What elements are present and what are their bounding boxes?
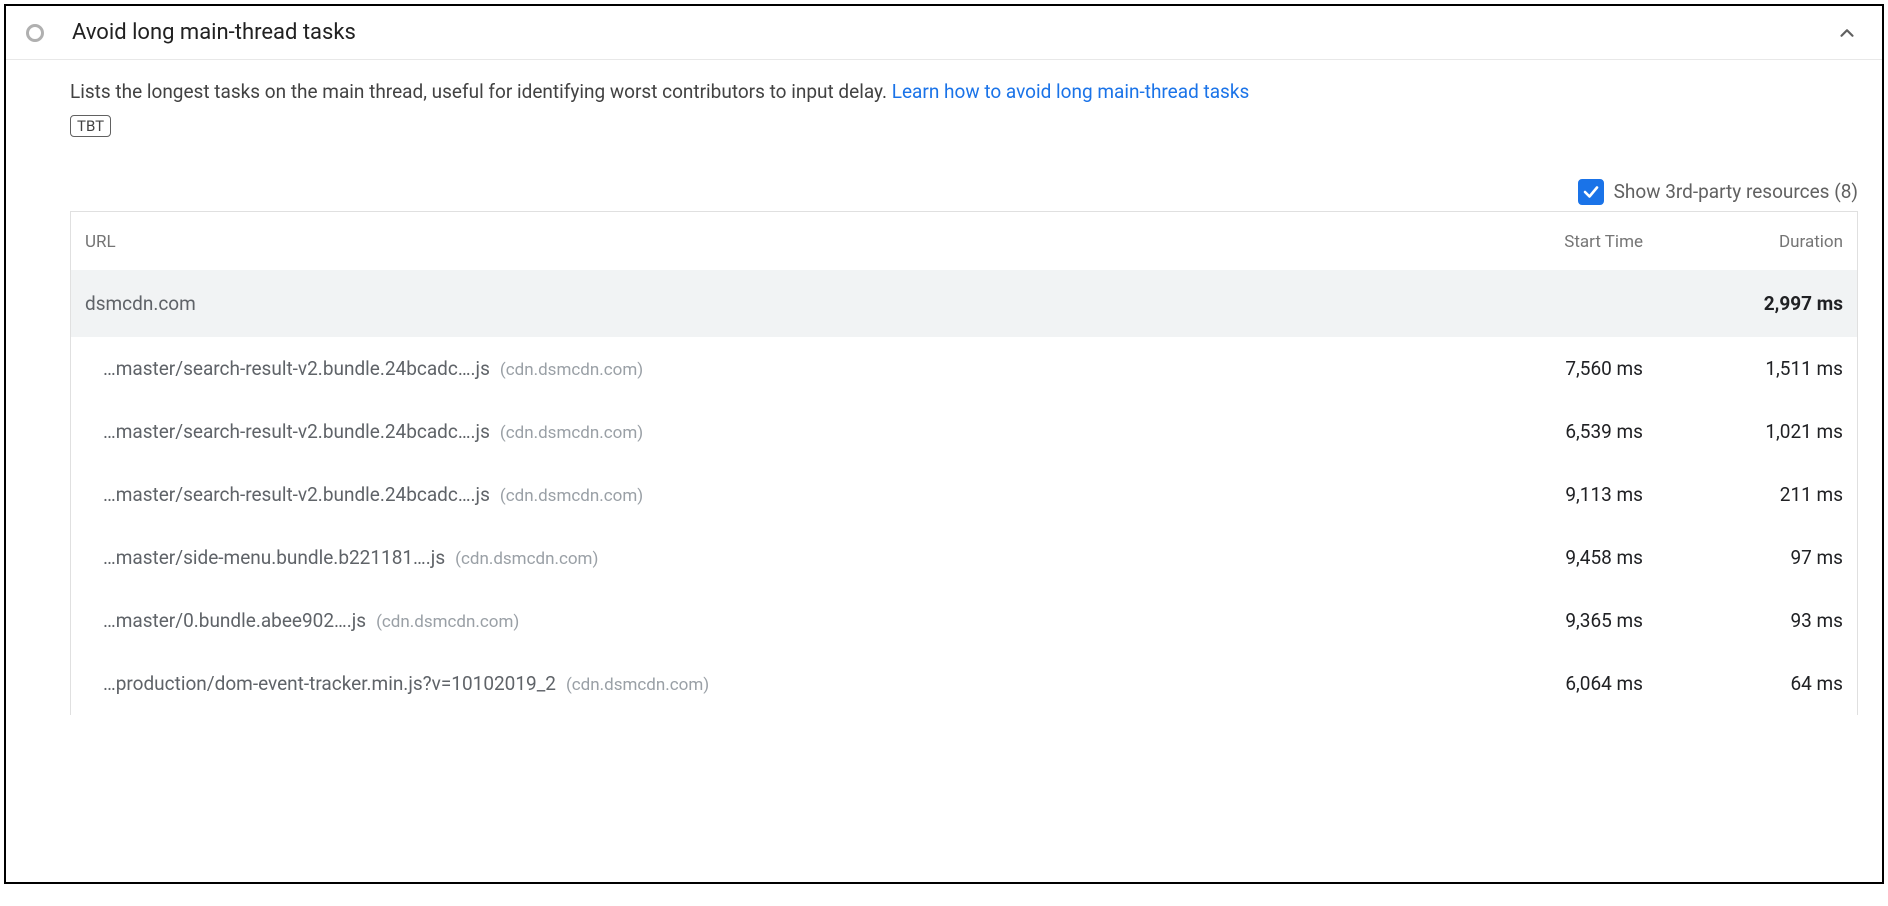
- duration: 93 ms: [1643, 609, 1843, 632]
- start-time: 6,539 ms: [1463, 420, 1643, 443]
- duration: 1,511 ms: [1643, 357, 1843, 380]
- url-cell: …master/search-result-v2.bundle.24bcadc……: [103, 483, 1463, 506]
- audit-panel: Avoid long main-thread tasks Lists the l…: [4, 4, 1884, 884]
- url-path: …master/side-menu.bundle.b221181….js: [103, 546, 445, 569]
- start-time: 9,113 ms: [1463, 483, 1643, 506]
- start-time: 6,064 ms: [1463, 672, 1643, 695]
- start-time: 9,365 ms: [1463, 609, 1643, 632]
- group-row[interactable]: dsmcdn.com 2,997 ms: [71, 270, 1857, 337]
- table-row[interactable]: …production/dom-event-tracker.min.js?v=1…: [71, 652, 1857, 715]
- audit-title: Avoid long main-thread tasks: [72, 20, 1836, 45]
- third-party-label: Show 3rd-party resources (8): [1614, 180, 1858, 203]
- table-row[interactable]: …master/search-result-v2.bundle.24bcadc……: [71, 400, 1857, 463]
- url-cell: …master/search-result-v2.bundle.24bcadc……: [103, 357, 1463, 380]
- tasks-table: URL Start Time Duration dsmcdn.com 2,997…: [70, 211, 1858, 715]
- url-cell: …master/0.bundle.abee902….js (cdn.dsmcdn.…: [103, 609, 1463, 632]
- duration: 97 ms: [1643, 546, 1843, 569]
- tbt-badge: TBT: [70, 115, 111, 137]
- url-host: (cdn.dsmcdn.com): [500, 486, 643, 506]
- url-host: (cdn.dsmcdn.com): [500, 360, 643, 380]
- url-cell: …master/side-menu.bundle.b221181….js (cdn…: [103, 546, 1463, 569]
- group-total: 2,997 ms: [1643, 292, 1843, 315]
- url-path: …master/search-result-v2.bundle.24bcadc……: [103, 357, 490, 380]
- url-host: (cdn.dsmcdn.com): [500, 423, 643, 443]
- url-cell: …master/search-result-v2.bundle.24bcadc……: [103, 420, 1463, 443]
- start-time: 9,458 ms: [1463, 546, 1643, 569]
- url-host: (cdn.dsmcdn.com): [376, 612, 519, 632]
- audit-description: Lists the longest tasks on the main thre…: [70, 78, 1858, 107]
- table-header: URL Start Time Duration: [71, 212, 1857, 270]
- table-row[interactable]: …master/search-result-v2.bundle.24bcadc……: [71, 337, 1857, 400]
- audit-header[interactable]: Avoid long main-thread tasks: [6, 6, 1882, 60]
- status-circle-icon: [26, 24, 44, 42]
- duration: 211 ms: [1643, 483, 1843, 506]
- duration: 1,021 ms: [1643, 420, 1843, 443]
- description-text: Lists the longest tasks on the main thre…: [70, 80, 892, 103]
- url-path: …production/dom-event-tracker.min.js?v=1…: [103, 672, 556, 695]
- col-start-time: Start Time: [1463, 232, 1643, 252]
- table-row[interactable]: …master/search-result-v2.bundle.24bcadc……: [71, 463, 1857, 526]
- chevron-up-icon[interactable]: [1836, 22, 1858, 44]
- url-path: …master/0.bundle.abee902….js: [103, 609, 366, 632]
- learn-more-link[interactable]: Learn how to avoid long main-thread task…: [892, 80, 1250, 103]
- start-time: 7,560 ms: [1463, 357, 1643, 380]
- url-host: (cdn.dsmcdn.com): [455, 549, 598, 569]
- url-path: …master/search-result-v2.bundle.24bcadc……: [103, 483, 490, 506]
- col-duration: Duration: [1643, 232, 1843, 252]
- table-row[interactable]: …master/side-menu.bundle.b221181….js (cdn…: [71, 526, 1857, 589]
- table-row[interactable]: …master/0.bundle.abee902….js (cdn.dsmcdn.…: [71, 589, 1857, 652]
- url-path: …master/search-result-v2.bundle.24bcadc……: [103, 420, 490, 443]
- col-url: URL: [85, 232, 1463, 252]
- third-party-checkbox[interactable]: [1578, 179, 1604, 205]
- url-cell: …production/dom-event-tracker.min.js?v=1…: [103, 672, 1463, 695]
- duration: 64 ms: [1643, 672, 1843, 695]
- url-host: (cdn.dsmcdn.com): [566, 675, 709, 695]
- group-name: dsmcdn.com: [85, 292, 1463, 315]
- third-party-toggle-row: Show 3rd-party resources (8): [70, 179, 1858, 205]
- audit-body: Lists the longest tasks on the main thre…: [6, 60, 1882, 715]
